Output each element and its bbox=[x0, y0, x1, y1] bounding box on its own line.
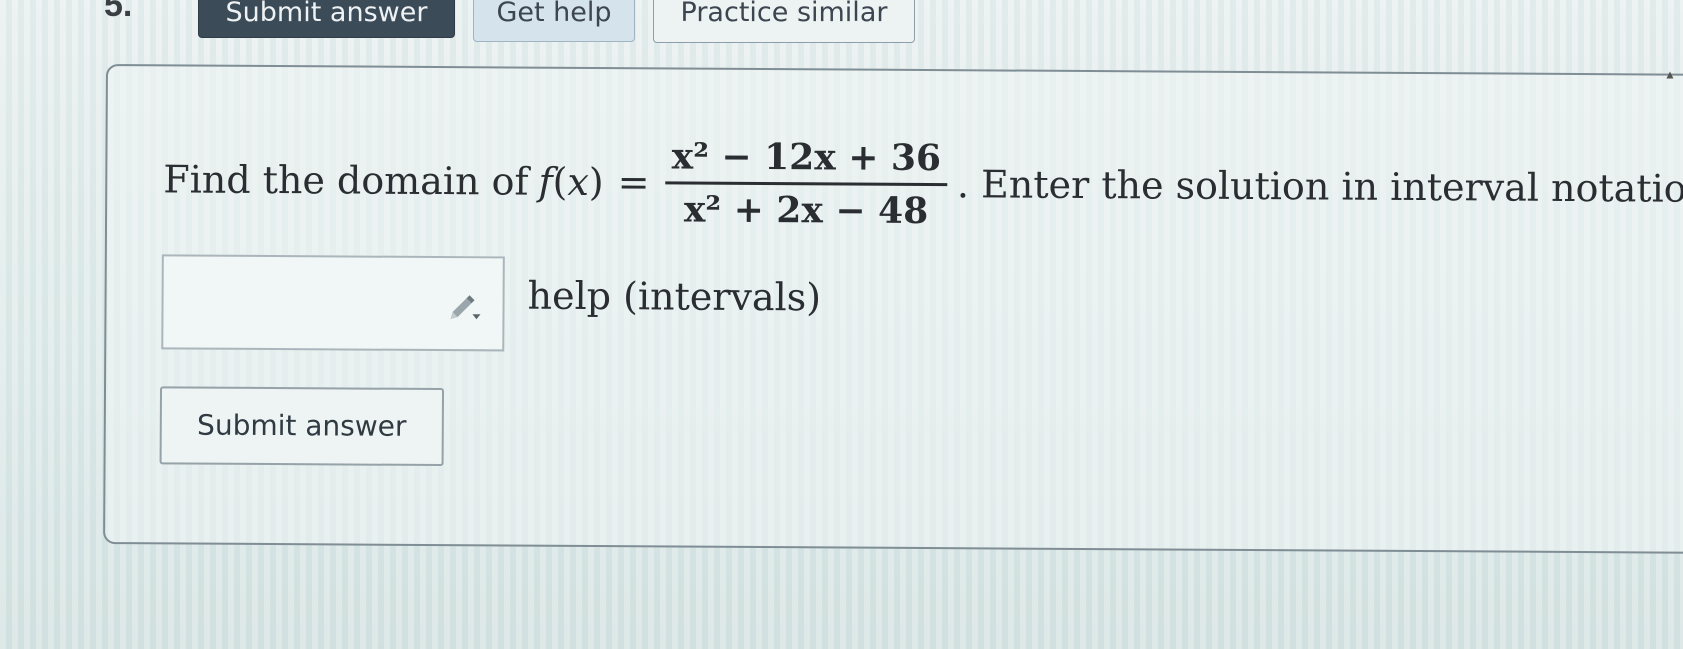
function-variable: x bbox=[567, 159, 590, 204]
submit-answer-button[interactable]: Submit answer bbox=[159, 386, 445, 467]
card-corner-icon: ▲ bbox=[1664, 67, 1677, 82]
question-number: 5. bbox=[104, 0, 133, 24]
rational-expression: x² − 12x + 36 x² + 2x − 48 bbox=[665, 133, 947, 234]
function-name: f bbox=[538, 159, 553, 204]
fraction-bar bbox=[665, 180, 947, 186]
prompt-prefix: Find the domain of bbox=[163, 157, 529, 204]
help-intervals-link[interactable]: help (intervals) bbox=[527, 274, 821, 320]
get-help-button[interactable]: Get help bbox=[473, 0, 635, 42]
question-toolbar: 5. Submit answer Get help Practice simil… bbox=[0, 0, 1683, 48]
question-prompt: Find the domain of f(x) = x² − 12x + 36 … bbox=[163, 124, 1683, 243]
prompt-suffix: . Enter the solution in interval notatio… bbox=[956, 162, 1683, 211]
equals-sign: = bbox=[617, 160, 650, 205]
pencil-icon[interactable] bbox=[446, 286, 482, 322]
fraction-denominator: x² + 2x − 48 bbox=[683, 188, 929, 232]
answer-input[interactable] bbox=[161, 254, 505, 352]
function-lhs: f(x) bbox=[538, 159, 604, 205]
question-card: ▲ Find the domain of f(x) = x² − 12x + 3… bbox=[103, 64, 1683, 554]
fraction-numerator: x² − 12x + 36 bbox=[671, 134, 942, 179]
submit-answer-button-top[interactable]: Submit answer bbox=[198, 0, 455, 38]
practice-similar-button[interactable]: Practice similar bbox=[653, 0, 915, 43]
